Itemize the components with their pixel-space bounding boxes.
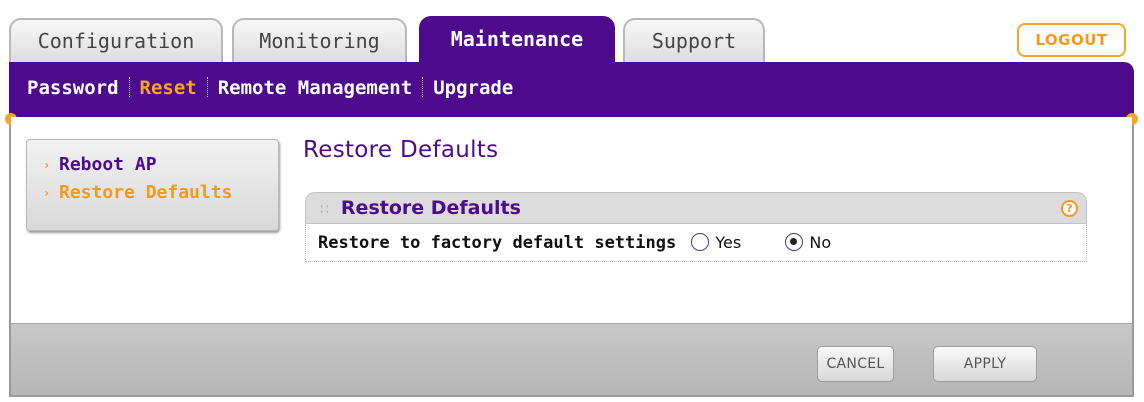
- help-icon[interactable]: ?: [1061, 200, 1078, 217]
- subnav-divider: [206, 77, 208, 97]
- sub-navigation: Password Reset Remote Management Upgrade: [9, 62, 1134, 117]
- subnav-password[interactable]: Password: [27, 77, 119, 99]
- subnav-upgrade[interactable]: Upgrade: [433, 77, 513, 99]
- apply-button[interactable]: APPLY: [933, 346, 1037, 382]
- panel-title: Restore Defaults: [340, 197, 521, 219]
- radio-no[interactable]: [785, 233, 804, 251]
- side-item-label: Restore Defaults: [59, 182, 233, 203]
- restore-defaults-panel: ∷ Restore Defaults ? Restore to factory d…: [305, 192, 1087, 272]
- chevron-right-icon: ›: [43, 186, 51, 200]
- subnav-reset[interactable]: Reset: [140, 77, 197, 99]
- content-frame: › Reboot AP › Restore Defaults Restore Def…: [5, 113, 1138, 397]
- top-tab-bar: Configuration Monitoring Maintenance Sup…: [9, 14, 1134, 64]
- side-item-restore-defaults[interactable]: › Restore Defaults: [43, 179, 278, 207]
- radio-no-label: No: [809, 233, 832, 252]
- content-area: › Reboot AP › Restore Defaults Restore Def…: [11, 117, 1132, 323]
- radio-yes[interactable]: [691, 233, 710, 251]
- radio-yes-label: Yes: [715, 233, 742, 252]
- tab-monitoring[interactable]: Monitoring: [232, 18, 407, 64]
- subnav-divider: [422, 77, 424, 97]
- restore-factory-row: Restore to factory default settings Yes …: [305, 224, 1087, 262]
- panel-header: ∷ Restore Defaults ?: [305, 192, 1087, 224]
- side-item-label: Reboot AP: [59, 154, 157, 175]
- tab-maintenance[interactable]: Maintenance: [419, 16, 615, 64]
- tab-support[interactable]: Support: [623, 18, 765, 64]
- restore-factory-label: Restore to factory default settings: [318, 233, 677, 253]
- tab-configuration[interactable]: Configuration: [9, 18, 223, 64]
- side-item-reboot-ap[interactable]: › Reboot AP: [43, 151, 278, 179]
- chevron-right-icon: ›: [43, 158, 51, 172]
- subnav-remote-management[interactable]: Remote Management: [218, 77, 412, 99]
- logout-button[interactable]: LOGOUT: [1017, 23, 1126, 57]
- button-bar: CANCEL APPLY: [11, 323, 1132, 395]
- subnav-divider: [128, 77, 130, 97]
- grip-icon: ∷: [320, 202, 329, 218]
- side-menu: › Reboot AP › Restore Defaults: [26, 139, 279, 231]
- cancel-button[interactable]: CANCEL: [817, 346, 894, 382]
- page-title: Restore Defaults: [303, 137, 499, 163]
